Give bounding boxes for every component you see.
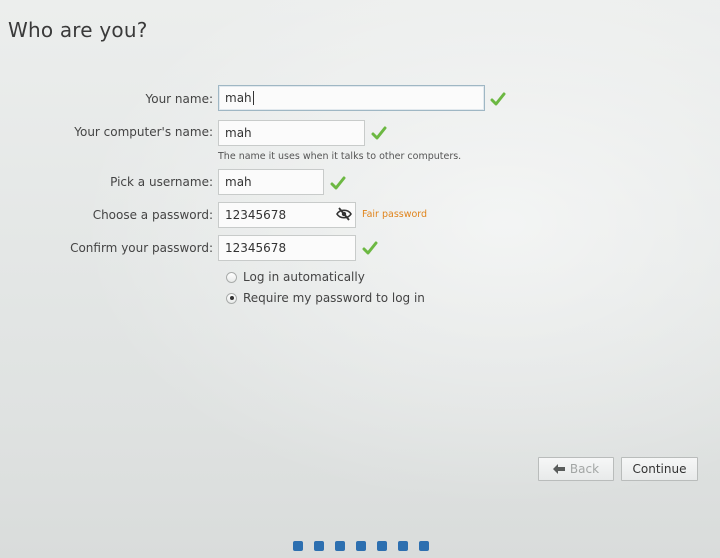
progress-dot: [314, 541, 324, 551]
name-input-value: mah: [225, 91, 252, 105]
progress-dot: [398, 541, 408, 551]
password-strength: Fair password: [362, 209, 428, 220]
username-input-value: mah: [225, 175, 252, 189]
name-label: Your name:: [145, 92, 213, 106]
login-automatically-radio[interactable]: [226, 271, 237, 283]
username-label: Pick a username:: [110, 175, 213, 189]
password-label: Choose a password:: [92, 208, 213, 222]
confirm-password-input[interactable]: 12345678: [218, 235, 356, 261]
login-automatically-label: Log in automatically: [243, 270, 365, 284]
back-button[interactable]: Back: [538, 457, 614, 481]
require-password-label: Require my password to log in: [243, 291, 425, 305]
eye-slash-icon[interactable]: [336, 207, 352, 221]
page-title: Who are you?: [8, 18, 148, 42]
name-valid-checkmark-icon: [490, 92, 506, 106]
arrow-left-icon: [552, 464, 565, 474]
login-automatically-option[interactable]: Log in automatically: [226, 270, 365, 284]
progress-dot: [335, 541, 345, 551]
progress-dot: [356, 541, 366, 551]
progress-dot: [419, 541, 429, 551]
computer-name-hint: The name it uses when it talks to other …: [218, 151, 462, 162]
text-cursor: [252, 91, 254, 105]
name-input[interactable]: mah: [218, 85, 485, 111]
back-button-label: Back: [569, 462, 600, 476]
computer-name-input[interactable]: mah: [218, 120, 365, 146]
confirm-password-input-value: 12345678: [225, 241, 287, 255]
computer-name-valid-checkmark-icon: [371, 126, 387, 140]
password-input-value: 12345678: [225, 208, 287, 222]
confirm-password-label: Confirm your password:: [70, 241, 213, 255]
continue-button-label: Continue: [632, 462, 687, 476]
confirm-password-valid-checkmark-icon: [362, 241, 378, 255]
username-input[interactable]: mah: [218, 169, 324, 195]
username-valid-checkmark-icon: [330, 176, 346, 190]
require-password-radio[interactable]: [226, 292, 237, 304]
computer-name-input-value: mah: [225, 126, 252, 140]
progress-dot: [377, 541, 387, 551]
computer-name-label: Your computer's name:: [74, 125, 213, 139]
require-password-option[interactable]: Require my password to log in: [226, 291, 425, 305]
progress-dot: [293, 541, 303, 551]
progress-indicator: [293, 541, 429, 551]
continue-button[interactable]: Continue: [621, 457, 698, 481]
